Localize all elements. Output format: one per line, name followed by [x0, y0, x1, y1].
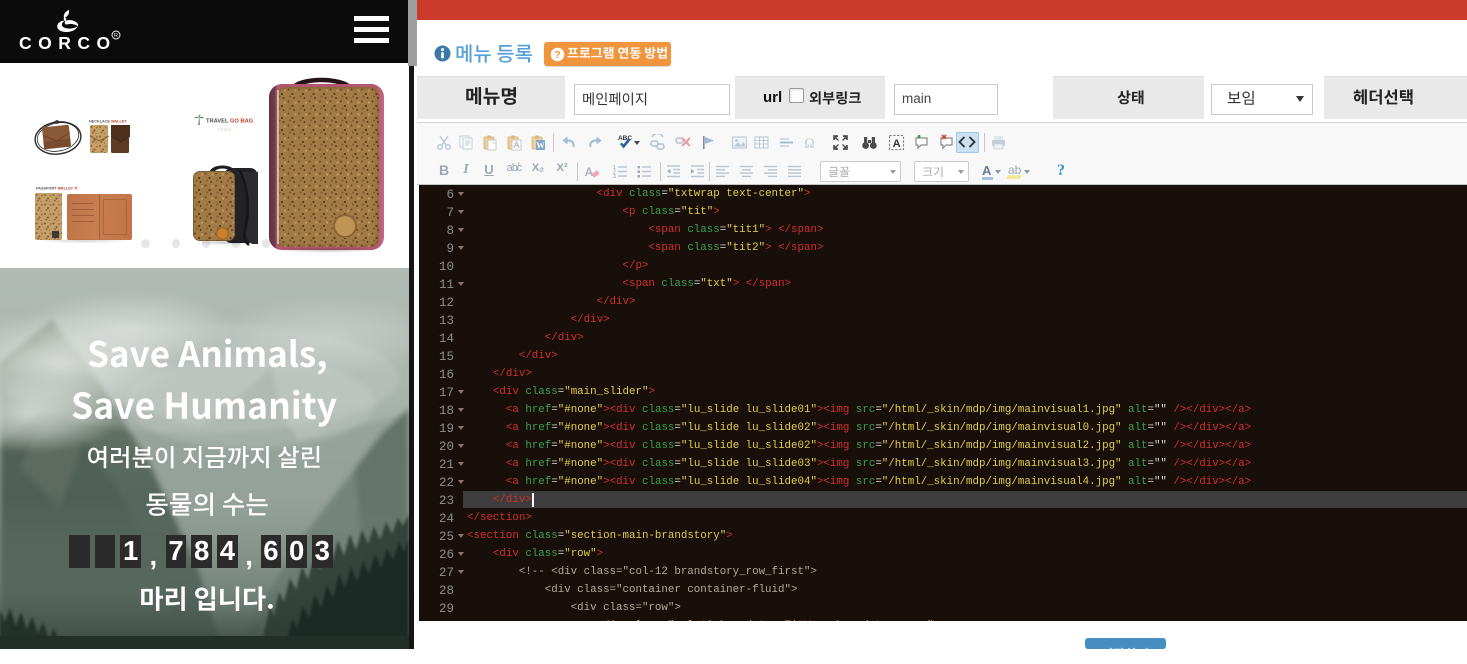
svg-text:R: R [114, 33, 118, 39]
svg-text:A: A [584, 165, 593, 179]
svg-text:?: ? [554, 49, 560, 61]
svg-text:W: W [536, 140, 545, 150]
svg-text:A: A [513, 140, 519, 150]
svg-text:ABC: ABC [617, 135, 631, 142]
svg-text:3: 3 [613, 174, 616, 180]
svg-text:A: A [892, 138, 900, 150]
svg-text:Ω: Ω [804, 137, 814, 152]
